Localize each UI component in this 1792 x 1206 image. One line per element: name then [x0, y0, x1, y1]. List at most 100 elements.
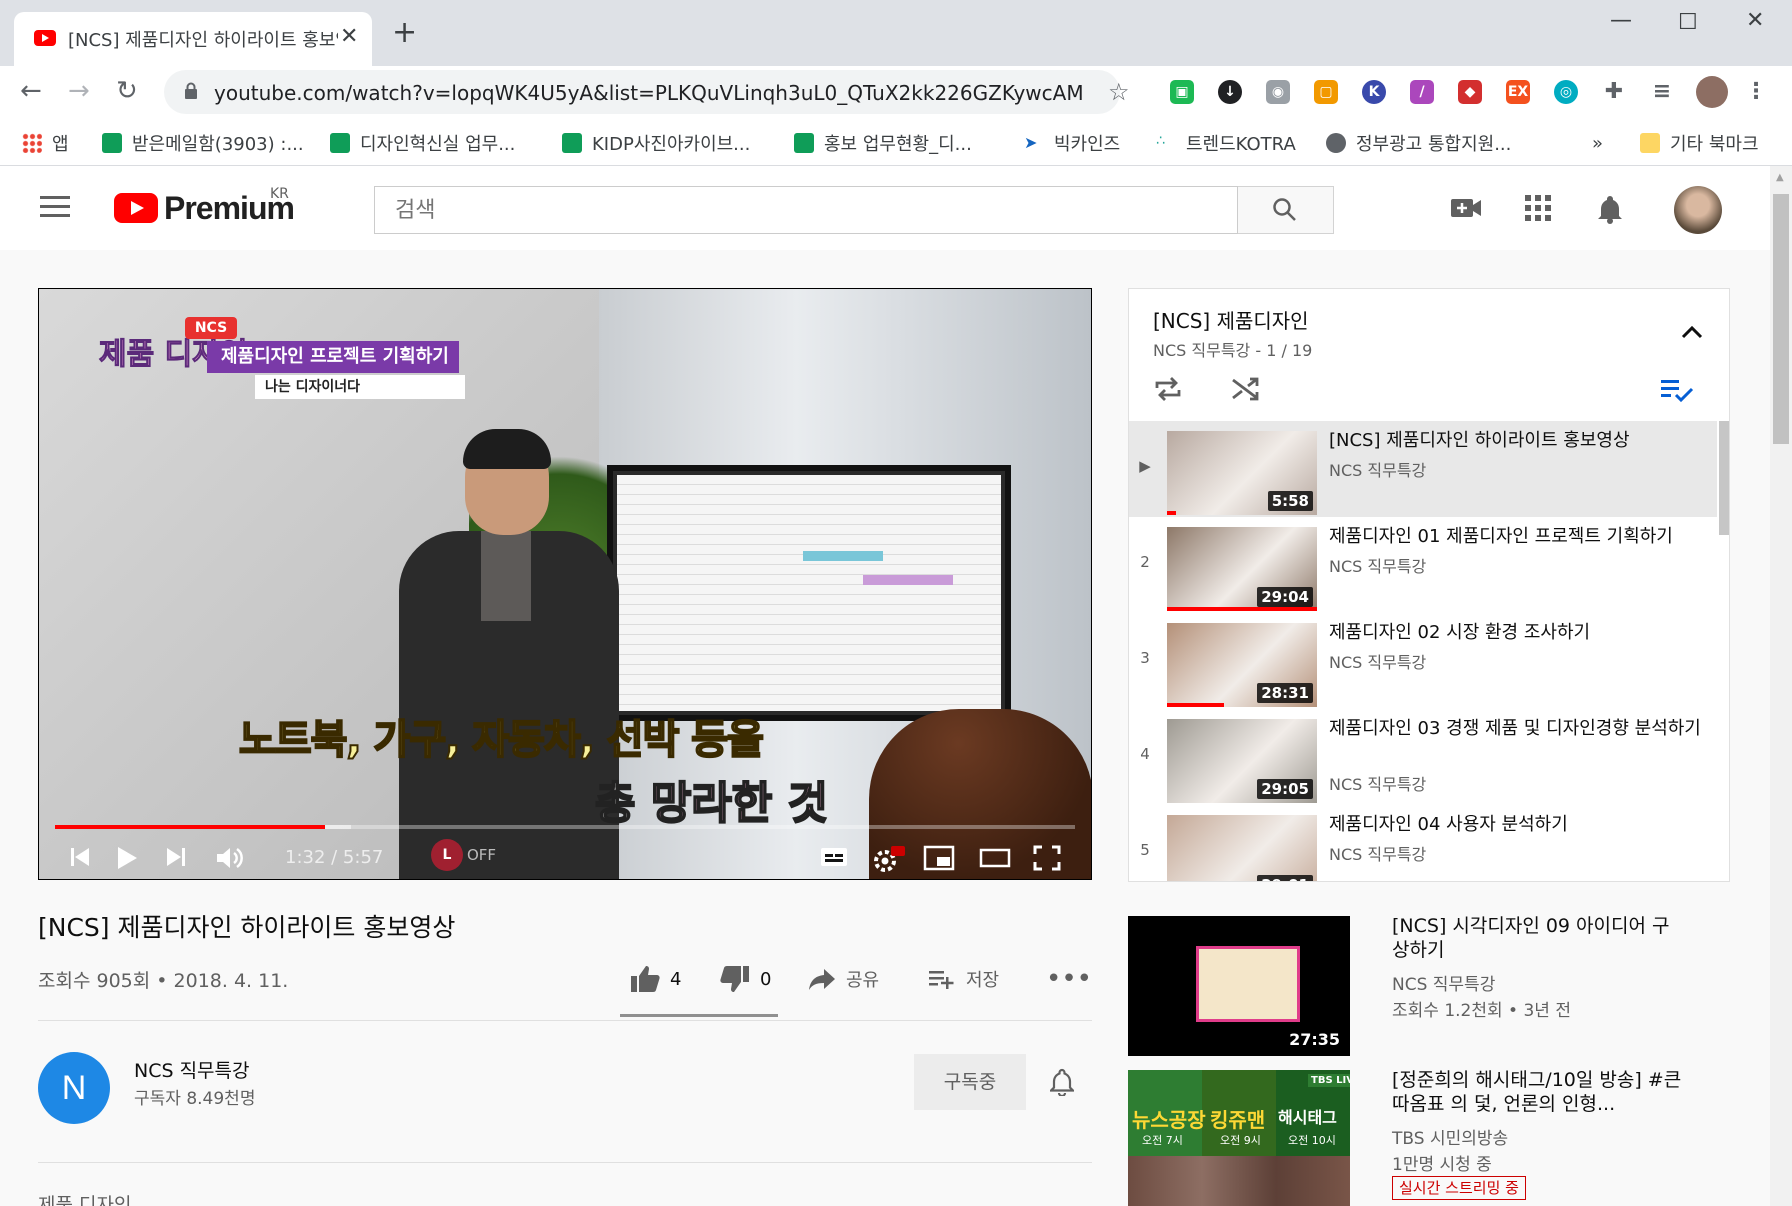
- volume-icon[interactable]: [215, 845, 245, 871]
- playlist-item[interactable]: 2 29:04 제품디자인 01 제품디자인 프로젝트 기획하기 NCS 직무특강: [1129, 517, 1717, 613]
- minimize-icon[interactable]: —: [1610, 8, 1632, 33]
- notification-bell-icon[interactable]: [1050, 1068, 1074, 1096]
- playlist-item-title[interactable]: 제품디자인 01 제품디자인 프로젝트 기획하기: [1329, 525, 1709, 548]
- bookmark-gov-ads[interactable]: 정부광고 통합지원...: [1326, 128, 1511, 158]
- bookmark-trend-kotra[interactable]: ∴ 트렌드KOTRA: [1156, 128, 1296, 158]
- reload-icon[interactable]: ↻: [116, 76, 138, 106]
- scroll-up-icon[interactable]: ▲: [1776, 172, 1784, 183]
- save-button[interactable]: 저장: [928, 964, 999, 994]
- playlist-item-thumbnail[interactable]: 29:01: [1167, 815, 1317, 881]
- recommendation-thumbnail[interactable]: 27:35: [1128, 916, 1350, 1056]
- autoplay-toggle[interactable]: L OFF: [431, 839, 496, 871]
- back-icon[interactable]: ←: [20, 76, 42, 106]
- browser-menu-icon[interactable]: ⋮: [1744, 80, 1768, 104]
- extension-red-icon[interactable]: ◆: [1458, 80, 1482, 104]
- recommendation-thumbnail[interactable]: 뉴스공장 오전 7시 킹쥬맨 오전 9시 해시태그 오전 10시 TBS LIV…: [1128, 1070, 1350, 1206]
- playlist-title[interactable]: [NCS] 제품디자인: [1153, 305, 1309, 334]
- playlist-item-title[interactable]: 제품디자인 04 사용자 분석하기: [1329, 813, 1709, 836]
- playlist-item-thumbnail[interactable]: 28:31: [1167, 623, 1317, 707]
- apps-grid-icon[interactable]: [1524, 194, 1552, 222]
- extension-screenshot-icon[interactable]: ▢: [1314, 80, 1338, 104]
- new-tab-button[interactable]: +: [392, 18, 417, 48]
- channel-name-link[interactable]: NCS 직무특강: [134, 1056, 250, 1083]
- like-button[interactable]: 4: [630, 964, 681, 994]
- bookmark-apps[interactable]: 앱: [22, 128, 69, 158]
- recommendation-title[interactable]: [NCS] 시각디자인 09 아이디어 구상하기: [1392, 914, 1682, 962]
- tab-close-icon[interactable]: ✕: [340, 24, 358, 49]
- extension-ex-icon[interactable]: EX: [1506, 80, 1530, 104]
- playlist-scrollbar[interactable]: [1719, 421, 1729, 535]
- bookmarks-overflow-button[interactable]: »: [1592, 128, 1603, 158]
- notifications-bell-icon[interactable]: [1596, 194, 1624, 224]
- playlist-item-thumbnail[interactable]: 29:05: [1167, 719, 1317, 803]
- bookmark-design-innovation[interactable]: 디자인혁신실 업무...: [330, 128, 515, 158]
- bookmark-bigkinds[interactable]: ➤ 빅카인즈: [1024, 128, 1120, 158]
- subtitles-icon[interactable]: [819, 845, 849, 869]
- playlist-item[interactable]: 3 28:31 제품디자인 02 시장 환경 조사하기 NCS 직무특강: [1129, 613, 1717, 709]
- bookmark-mail[interactable]: 받은메일함(3903) :...: [102, 128, 304, 158]
- create-video-icon[interactable]: [1450, 194, 1482, 222]
- share-button[interactable]: 공유: [808, 964, 879, 994]
- window-close-icon[interactable]: ✕: [1746, 8, 1764, 33]
- hamburger-menu-icon[interactable]: [40, 196, 70, 218]
- profile-avatar-icon[interactable]: [1696, 76, 1728, 108]
- tab-title: [NCS] 제품디자인 하이라이트 홍보영상: [68, 30, 338, 51]
- extension-k-icon[interactable]: K: [1362, 80, 1386, 104]
- save-playlist-icon[interactable]: [1659, 375, 1695, 403]
- bookmark-star-icon[interactable]: ☆: [1108, 78, 1130, 106]
- recommendation-item[interactable]: 뉴스공장 오전 7시 킹쥬맨 오전 9시 해시태그 오전 10시 TBS LIV…: [1128, 1068, 1748, 1206]
- playlist-item[interactable]: ▶ 5:58 [NCS] 제품디자인 하이라이트 홍보영상 NCS 직무특강: [1129, 421, 1717, 517]
- search-button[interactable]: [1238, 186, 1334, 234]
- loop-icon[interactable]: [1153, 375, 1183, 403]
- previous-icon[interactable]: [69, 845, 91, 869]
- theater-mode-icon[interactable]: [979, 845, 1011, 871]
- playlist-item-channel: NCS 직무특강: [1329, 653, 1427, 672]
- fullscreen-icon[interactable]: [1033, 845, 1061, 871]
- page-scrollbar[interactable]: ▲: [1770, 166, 1792, 1206]
- shuffle-icon[interactable]: [1231, 375, 1261, 403]
- recommendation-channel[interactable]: TBS 시민의방송: [1392, 1124, 1508, 1149]
- subscribe-button[interactable]: 구독중: [914, 1054, 1026, 1110]
- extension-pen-icon[interactable]: /: [1410, 80, 1434, 104]
- playlist-item[interactable]: 5 29:01 제품디자인 04 사용자 분석하기 NCS 직무특강: [1129, 805, 1717, 881]
- video-player[interactable]: 제품 디자인 NCS 제품디자인 프로젝트 기획하기 나는 디자이너다 노트북,…: [38, 288, 1092, 880]
- browser-tab[interactable]: [NCS] 제품디자인 하이라이트 홍보영상 ✕: [14, 12, 372, 66]
- search-box[interactable]: [374, 186, 1238, 234]
- extension-download-icon[interactable]: ↓: [1218, 80, 1242, 104]
- maximize-icon[interactable]: ☐: [1678, 10, 1698, 35]
- recommendation-item[interactable]: 27:35 [NCS] 시각디자인 09 아이디어 구상하기 NCS 직무특강 …: [1128, 914, 1748, 1058]
- recommendation-title[interactable]: [정준희의 해시태그/10일 방송] #큰따옴표 의 덫, 언론의 인형...: [1392, 1068, 1682, 1116]
- next-icon[interactable]: [165, 845, 187, 869]
- dislike-button[interactable]: 0: [720, 964, 771, 994]
- page-scrollbar-thumb[interactable]: [1773, 194, 1789, 444]
- miniplayer-icon[interactable]: [923, 845, 955, 871]
- media-queue-icon[interactable]: ≡: [1650, 80, 1674, 104]
- extension-sheets-icon[interactable]: ▣: [1170, 80, 1194, 104]
- channel-avatar[interactable]: N: [38, 1052, 110, 1124]
- playlist-item-title[interactable]: 제품디자인 02 시장 환경 조사하기: [1329, 621, 1709, 644]
- recommendation-channel[interactable]: NCS 직무특강: [1392, 970, 1495, 995]
- search-input[interactable]: [375, 187, 1237, 233]
- playlist-item-title[interactable]: 제품디자인 03 경쟁 제품 및 디자인경향 분석하기: [1329, 717, 1709, 740]
- playlist-item[interactable]: 4 29:05 제품디자인 03 경쟁 제품 및 디자인경향 분석하기 NCS 직무특…: [1129, 709, 1717, 805]
- settings-gear-hd-icon[interactable]: [871, 845, 905, 873]
- sheets-plus-icon: [794, 133, 814, 153]
- extension-teal-icon[interactable]: ◎: [1554, 80, 1578, 104]
- playlist-item-thumbnail[interactable]: 5:58: [1167, 431, 1317, 515]
- playlist-item-thumbnail[interactable]: 29:04: [1167, 527, 1317, 611]
- play-icon[interactable]: [115, 845, 139, 871]
- collapse-chevron-icon[interactable]: [1681, 325, 1703, 339]
- playlist-item-title[interactable]: [NCS] 제품디자인 하이라이트 홍보영상: [1329, 429, 1709, 452]
- more-actions-icon[interactable]: •••: [1046, 964, 1092, 994]
- recommendation-meta: 조회수 1.2천회 • 3년 전: [1392, 1001, 1571, 1021]
- extension-camera-icon[interactable]: ◉: [1266, 80, 1290, 104]
- other-bookmarks-folder[interactable]: 기타 북마크: [1640, 128, 1759, 158]
- bookmark-pr-status[interactable]: 홍보 업무현황_디...: [794, 128, 972, 158]
- youtube-premium-logo[interactable]: Premium KR: [114, 186, 295, 226]
- extensions-puzzle-icon[interactable]: ✚: [1602, 80, 1626, 104]
- forward-icon[interactable]: →: [68, 76, 90, 106]
- video-progress-bar[interactable]: [55, 825, 1075, 829]
- bookmark-kidp-archive[interactable]: KIDP사진아카이브...: [562, 128, 750, 158]
- address-bar[interactable]: youtube.com/watch?v=lopqWK4U5yA&list=PLK…: [164, 70, 1130, 114]
- account-avatar[interactable]: [1674, 186, 1722, 234]
